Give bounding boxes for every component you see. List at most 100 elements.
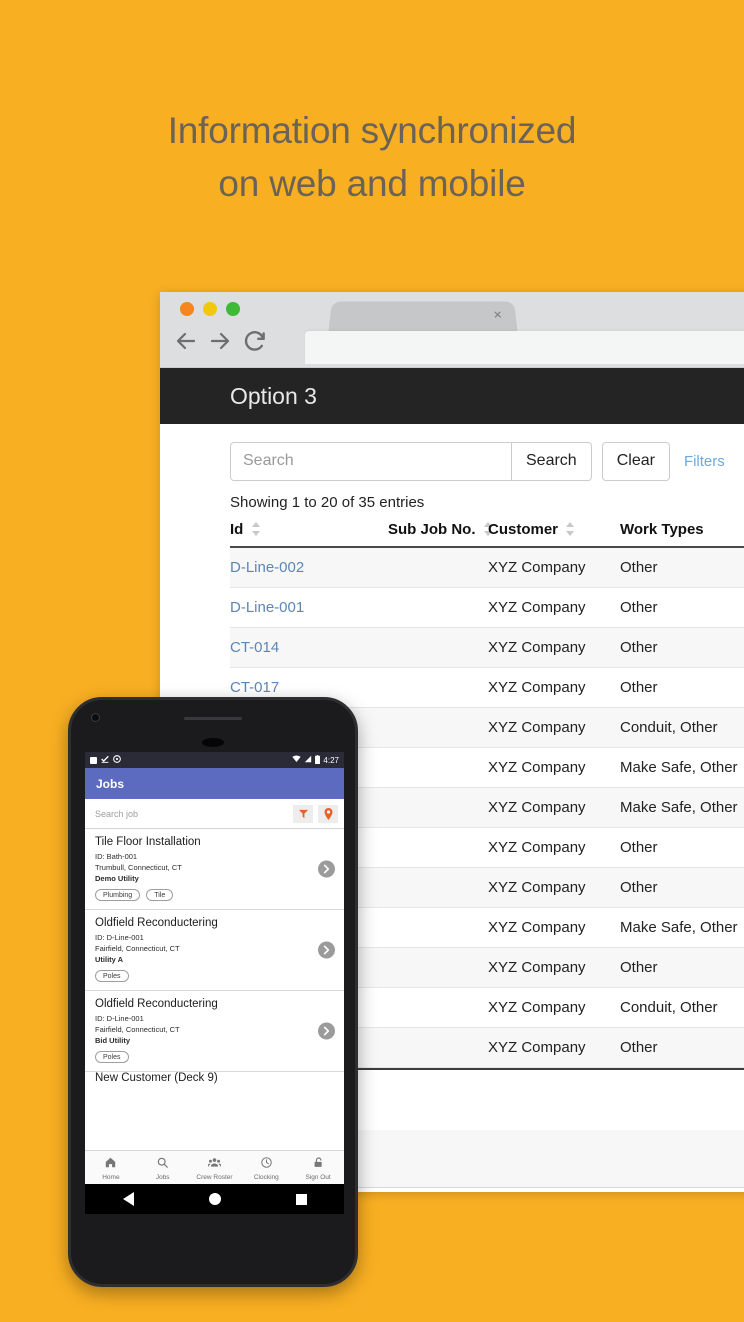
nav-item-sign-out[interactable]: Sign Out (292, 1155, 344, 1181)
cell-customer: XYZ Company (488, 707, 620, 748)
search-input[interactable] (230, 441, 512, 481)
column-header-customer[interactable]: Customer (488, 515, 620, 548)
cell-customer: XYZ Company (488, 947, 620, 988)
cell-work-types: Other (620, 587, 744, 628)
front-camera-icon (91, 713, 100, 722)
filter-funnel-icon[interactable] (293, 804, 313, 823)
cell-customer: XYZ Company (488, 547, 620, 588)
cell-sub-job-no (388, 747, 488, 788)
window-controls[interactable] (180, 302, 240, 316)
table-row[interactable]: D-Line-002 XYZ Company Other (230, 547, 744, 588)
close-icon[interactable]: × (493, 307, 503, 323)
clock-icon (261, 1155, 272, 1172)
back-triangle-icon[interactable] (122, 1192, 134, 1206)
cell-sub-job-no (388, 827, 488, 868)
reload-icon[interactable] (242, 328, 268, 354)
job-card-tags: Plumbing Tile (95, 889, 334, 901)
partial-job-card[interactable]: New Customer (Deck 9) (85, 1072, 344, 1084)
job-card-tags: Poles (95, 1051, 334, 1063)
job-id-link[interactable]: D-Line-002 (230, 559, 304, 576)
job-card-utility: Bid Utility (95, 1036, 130, 1045)
entries-count-label: Showing 1 to 20 of 35 entries (230, 494, 425, 511)
status-bar-indicators: 4:27 (292, 754, 339, 766)
cell-customer: XYZ Company (488, 587, 620, 628)
search-button[interactable]: Search (512, 441, 592, 481)
job-id-link[interactable]: D-Line-001 (230, 599, 304, 616)
job-tag: Poles (95, 970, 129, 982)
column-header-id[interactable]: Id (230, 515, 388, 548)
column-header-sub-job-no[interactable]: Sub Job No. (388, 515, 492, 548)
job-card-location: Fairfield, Connecticut, CT (95, 944, 180, 953)
column-header-work-types[interactable]: Work Types (620, 515, 744, 548)
mobile-app-bar: Jobs (85, 768, 344, 799)
chevron-right-icon[interactable] (318, 941, 335, 959)
arrow-right-icon[interactable] (208, 329, 232, 353)
maximize-window-button[interactable] (226, 302, 240, 316)
cell-work-types: Make Safe, Other (620, 907, 744, 948)
table-row[interactable]: CT-014 XYZ Company Other (230, 627, 744, 668)
cell-customer: XYZ Company (488, 787, 620, 828)
nav-item-clocking[interactable]: Clocking (240, 1155, 292, 1181)
job-tag: Tile (146, 889, 174, 901)
close-window-button[interactable] (180, 302, 194, 316)
cell-sub-job-no (388, 1027, 488, 1068)
status-bar-time: 4:27 (323, 755, 339, 765)
search-job-input[interactable]: Search job (95, 809, 288, 819)
partial-job-title: New Customer (Deck 9) (95, 1072, 218, 1084)
home-icon (105, 1155, 116, 1172)
cell-work-types: Conduit, Other (620, 987, 744, 1028)
jobs-card-list: Tile Floor Installation ID: Bath-001 Trumb… (85, 829, 344, 1072)
table-header-row: Id Sub Job No. Customer Work Types (230, 515, 744, 548)
app-icon (90, 756, 97, 764)
cell-work-types: Other (620, 1027, 744, 1068)
phone-screen: 4:27 Jobs Search job Tile Floor Installa… (85, 752, 344, 1184)
sort-icon[interactable] (251, 522, 261, 536)
nav-item-label: Crew Roster (196, 1173, 233, 1181)
recents-square-icon[interactable] (295, 1193, 307, 1205)
job-card-location: Fairfield, Connecticut, CT (95, 1025, 180, 1034)
sort-icon[interactable] (566, 522, 575, 536)
chevron-right-icon[interactable] (318, 860, 335, 878)
cell-id: D-Line-001 (230, 587, 388, 628)
job-id-link[interactable]: CT-017 (230, 679, 279, 696)
nav-item-home[interactable]: Home (85, 1155, 137, 1181)
clear-button[interactable]: Clear (601, 441, 670, 481)
address-bar[interactable] (305, 331, 744, 364)
job-card[interactable]: Oldfield Reconductering ID: D-Line-001 Fai… (85, 910, 344, 991)
battery-icon (315, 754, 321, 766)
filters-link[interactable]: Filters (684, 453, 725, 470)
job-card-title: Oldfield Reconductering (95, 917, 218, 929)
nav-item-crew-roster[interactable]: Crew Roster (189, 1155, 241, 1181)
cell-sub-job-no (388, 987, 488, 1028)
map-pin-icon[interactable] (318, 804, 338, 823)
job-card[interactable]: Tile Floor Installation ID: Bath-001 Trumb… (85, 829, 344, 910)
nav-item-jobs[interactable]: Jobs (137, 1155, 189, 1181)
headline-line-2: on web and mobile (218, 163, 526, 204)
cell-id: D-Line-002 (230, 547, 388, 588)
cell-customer: XYZ Company (488, 827, 620, 868)
mobile-app-title: Jobs (96, 776, 125, 791)
chevron-right-icon[interactable] (318, 1022, 335, 1040)
android-navigation-bar (85, 1184, 344, 1214)
table-row[interactable]: D-Line-001 XYZ Company Other (230, 587, 744, 628)
arrow-left-icon[interactable] (174, 329, 198, 353)
mobile-device: 4:27 Jobs Search job Tile Floor Installa… (68, 697, 358, 1287)
job-card[interactable]: Oldfield Reconductering ID: D-Line-001 Fai… (85, 991, 344, 1072)
job-card-id: ID: D-Line-001 (95, 933, 144, 942)
cell-work-types: Other (620, 827, 744, 868)
browser-tab[interactable]: × (328, 301, 518, 335)
job-card-location: Trumbull, Connecticut, CT (95, 863, 182, 872)
cell-sub-job-no (388, 627, 488, 668)
browser-chrome: × (160, 292, 744, 368)
job-card-id: ID: Bath-001 (95, 852, 138, 861)
search-toolbar: Search Clear Filters (160, 440, 744, 482)
job-tag: Plumbing (95, 889, 141, 901)
column-label: Id (230, 521, 244, 538)
cell-work-types: Other (620, 547, 744, 588)
minimize-window-button[interactable] (203, 302, 217, 316)
signal-icon (304, 755, 312, 765)
cell-customer: XYZ Company (488, 627, 620, 668)
cell-customer: XYZ Company (488, 867, 620, 908)
job-id-link[interactable]: CT-014 (230, 639, 279, 656)
home-circle-icon[interactable] (208, 1193, 221, 1205)
